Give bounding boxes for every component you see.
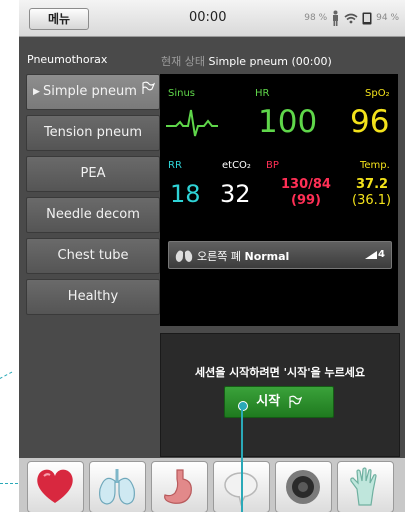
lungs-tool-button[interactable] xyxy=(89,461,146,512)
status-indicators: 98 % 94 % xyxy=(304,10,399,26)
sinus-label: Sinus xyxy=(168,88,196,99)
lung-side-label: 오른쪽 폐 xyxy=(197,250,241,263)
hr-value: 100 xyxy=(258,104,318,140)
clock: 00:00 xyxy=(189,10,227,25)
callout-line-upper xyxy=(0,371,13,381)
start-session-message: 세션을 시작하려면 '시작'을 누르세요 xyxy=(194,366,366,379)
menu-button[interactable]: 메뉴 xyxy=(29,8,89,30)
glove-tool-button[interactable] xyxy=(337,461,394,512)
scenario-simple-pneum[interactable]: ▶ Simple pneum xyxy=(26,74,160,110)
rr-label: RR xyxy=(168,160,182,171)
lungs-icon xyxy=(99,469,135,505)
current-state-value: Simple pneum (00:00) xyxy=(208,55,332,68)
etco2-value: 32 xyxy=(220,180,251,208)
exam-tool-tray xyxy=(19,458,405,512)
ecg-waveform-icon xyxy=(166,109,218,137)
temp-secondary: (36.1) xyxy=(352,193,392,208)
temp-label: Temp. xyxy=(360,160,390,171)
current-state: 현재 상태 Simple pneum (00:00) xyxy=(161,53,332,69)
flag-icon xyxy=(289,395,302,408)
vital-monitor: Sinus HR SpO₂ 100 96 RR etCO₂ BP Temp. 1… xyxy=(160,74,398,326)
simulator-device: 메뉴 00:00 98 % 94 % Pneumothorax ▶ Simple… xyxy=(19,0,405,512)
signal-icon xyxy=(365,250,378,259)
callout-line-lower xyxy=(0,483,18,486)
case-title: Pneumothorax xyxy=(27,53,108,66)
lung-status-value: Normal xyxy=(244,250,290,263)
battery-left-text: 98 % xyxy=(304,13,328,23)
callout-pointer-line xyxy=(241,406,243,512)
hr-label: HR xyxy=(255,88,270,99)
start-label: 시작 xyxy=(256,394,281,409)
lung-status-text: 오른쪽 폐 Normal xyxy=(197,248,289,264)
callout-pointer-dot xyxy=(238,401,248,411)
rr-value: 18 xyxy=(170,180,201,208)
lung-signal: 4 xyxy=(365,249,385,260)
speaker-tool-button[interactable] xyxy=(275,461,332,512)
scenario-pea[interactable]: PEA xyxy=(26,156,160,192)
current-state-prefix: 현재 상태 xyxy=(161,55,205,68)
play-triangle-icon: ▶ xyxy=(33,87,40,97)
speaker-icon xyxy=(286,470,320,504)
scenario-needle-decom[interactable]: Needle decom xyxy=(26,197,160,233)
bp-label: BP xyxy=(266,160,279,171)
stomach-tool-button[interactable] xyxy=(151,461,208,512)
status-bar: 메뉴 00:00 98 % 94 % xyxy=(19,0,405,37)
glove-icon xyxy=(350,467,377,506)
scenario-tension-pneum[interactable]: Tension pneum xyxy=(26,115,160,151)
lungs-icon xyxy=(175,247,193,262)
scenario-chest-tube[interactable]: Chest tube xyxy=(26,238,160,274)
bp-value: 130/84 xyxy=(281,177,331,192)
spo2-label: SpO₂ xyxy=(365,88,390,99)
battery-right-text: 94 % xyxy=(376,13,399,23)
start-session-dialog: 세션을 시작하려면 '시작'을 누르세요 시작 xyxy=(160,333,400,457)
tablet-icon xyxy=(362,12,372,24)
etco2-label: etCO₂ xyxy=(222,160,251,171)
spo2-value: 96 xyxy=(350,104,390,140)
heart-tool-button[interactable] xyxy=(27,461,84,512)
scenario-healthy[interactable]: Healthy xyxy=(26,279,160,315)
person-icon xyxy=(333,10,339,26)
stomach-icon xyxy=(164,469,192,504)
scenario-label: Simple pneum xyxy=(43,84,137,99)
bp-mean: (99) xyxy=(291,193,321,208)
flag-icon xyxy=(142,81,155,94)
lung-signal-value: 4 xyxy=(378,249,385,260)
temp-value: 37.2 xyxy=(356,177,389,192)
wifi-icon xyxy=(344,13,358,23)
lung-status-bar[interactable]: 오른쪽 폐 Normal 4 xyxy=(168,241,392,269)
heart-icon xyxy=(37,469,73,503)
